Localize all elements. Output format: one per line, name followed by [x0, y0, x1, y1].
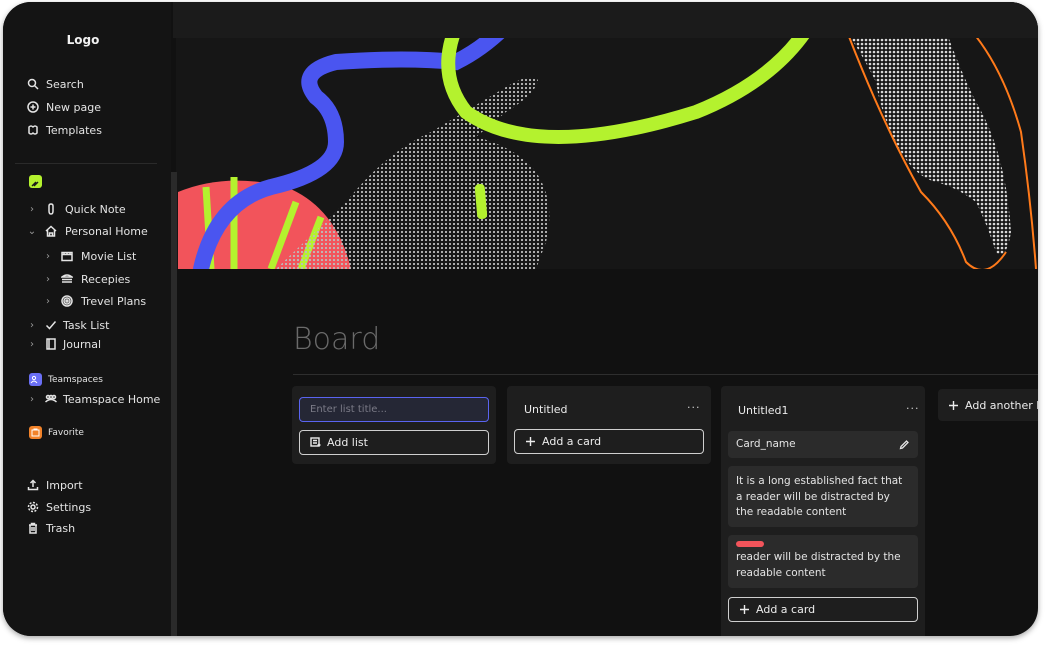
card[interactable]: reader will be distracted by the readabl…: [728, 535, 918, 588]
film-icon: [61, 251, 73, 262]
sidebar-item-label: Trevel Plans: [81, 294, 147, 308]
sidebar-divider: [15, 163, 157, 164]
list-title[interactable]: Untitled: [524, 403, 568, 416]
people-icon: [45, 394, 57, 403]
logo: Logo: [66, 33, 100, 47]
nav-settings[interactable]: Settings: [27, 499, 91, 515]
sidebar-item-label: Personal Home: [65, 224, 148, 238]
check-icon: [45, 321, 57, 330]
pencil-icon[interactable]: [899, 439, 910, 450]
sidebar-item-journal[interactable]: › Journal: [27, 336, 101, 352]
card-label-tag: [736, 541, 764, 547]
cover-banner: [176, 2, 1038, 269]
sidebar-item-quick-note[interactable]: › Quick Note: [27, 201, 126, 217]
teamspaces-label: Teamspaces: [48, 374, 103, 385]
nav-trash[interactable]: Trash: [27, 520, 75, 536]
sidebar-item-label: Task List: [63, 318, 110, 332]
add-another-list-button[interactable]: Add another list: [938, 389, 1038, 421]
add-another-label: Add another list: [965, 398, 1038, 412]
list-title-input[interactable]: Enter list title...: [299, 397, 489, 422]
target-icon: [61, 295, 73, 307]
nav-label: Import: [46, 478, 83, 492]
nav-new-page[interactable]: New page: [27, 99, 101, 115]
search-icon: [27, 78, 39, 90]
chevron-right-icon[interactable]: ›: [27, 394, 37, 405]
chevron-right-icon[interactable]: ›: [43, 274, 53, 285]
teamspaces-section[interactable]: Teamspaces: [29, 373, 103, 386]
chevron-right-icon[interactable]: ›: [43, 296, 53, 307]
app-window: Logo Search New page Templates › Quick N…: [3, 2, 1038, 636]
upload-icon: [27, 479, 39, 491]
card-text: reader will be distracted by the readabl…: [736, 551, 901, 579]
add-list-button[interactable]: Add list: [299, 430, 489, 455]
gear-icon: [27, 501, 39, 513]
title-divider: [293, 374, 1038, 375]
add-list-icon: [310, 437, 321, 447]
card[interactable]: Card_name: [728, 431, 918, 458]
chevron-right-icon[interactable]: ›: [27, 339, 37, 350]
favorite-label: Favorite: [48, 427, 84, 438]
nav-import[interactable]: Import: [27, 477, 83, 493]
sidebar-item-teamspace-home[interactable]: › Teamspace Home: [27, 391, 160, 407]
paperclip-icon: [48, 203, 54, 215]
plus-icon: [740, 605, 749, 614]
nav-label: Settings: [46, 500, 92, 514]
nav-templates[interactable]: Templates: [27, 122, 102, 138]
plus-circle-icon: [27, 101, 39, 113]
stack-icon: [61, 274, 73, 283]
sidebar-scrollbar[interactable]: [171, 172, 177, 636]
new-list-column: Enter list title... Add list: [292, 386, 496, 464]
sidebar-item-label: Journal: [63, 337, 102, 351]
nav-label: New page: [46, 100, 101, 114]
nav-label: Search: [46, 77, 84, 91]
chevron-down-icon[interactable]: ⌄: [27, 226, 37, 237]
card-text: It is a long established fact that a rea…: [736, 475, 903, 518]
nav-search[interactable]: Search: [27, 76, 84, 92]
book-icon: [46, 338, 56, 350]
chevron-right-icon[interactable]: ›: [27, 320, 37, 331]
plus-icon: [526, 437, 535, 446]
list-title[interactable]: Untitled1: [738, 404, 789, 417]
sidebar-item-label: Quick Note: [65, 202, 126, 216]
home-icon: [45, 225, 57, 237]
favorite-icon: [29, 426, 42, 439]
list-column: Untitled1 ··· Card_name It is a long est…: [721, 386, 925, 636]
sidebar-item-label: Teamspace Home: [63, 392, 161, 406]
sidebar-item-task-list[interactable]: › Task List: [27, 317, 109, 333]
sidebar-item-recepies[interactable]: › Recepies: [43, 271, 130, 287]
workspace-badge-icon: [29, 175, 42, 188]
chevron-right-icon[interactable]: ›: [27, 204, 37, 215]
plus-icon: [949, 400, 958, 410]
nav-label: Templates: [46, 123, 102, 137]
favorite-section[interactable]: Favorite: [29, 426, 84, 439]
add-card-button[interactable]: Add a card: [514, 429, 704, 454]
top-bar: [173, 2, 1038, 38]
card-title: Card_name: [736, 438, 796, 450]
sidebar-item-label: Recepies: [81, 272, 131, 286]
nav-label: Trash: [46, 521, 76, 535]
sidebar-item-trevel-plans[interactable]: › Trevel Plans: [43, 293, 146, 309]
trash-icon: [29, 522, 37, 534]
chevron-right-icon[interactable]: ›: [43, 251, 53, 262]
add-card-label: Add a card: [542, 435, 602, 448]
sidebar-item-personal-home[interactable]: ⌄ Personal Home: [27, 223, 148, 239]
templates-icon: [28, 125, 38, 135]
sidebar: Logo Search New page Templates › Quick N…: [3, 2, 171, 636]
list-menu-button[interactable]: ···: [687, 401, 701, 414]
page-title[interactable]: Board: [293, 322, 380, 357]
sidebar-item-label: Movie List: [81, 249, 137, 263]
teamspaces-icon: [29, 373, 42, 386]
sidebar-item-movie-list[interactable]: › Movie List: [43, 248, 136, 264]
card[interactable]: It is a long established fact that a rea…: [728, 466, 918, 527]
add-card-label: Add a card: [756, 603, 816, 616]
add-list-label: Add list: [327, 436, 368, 449]
list-menu-button[interactable]: ···: [906, 402, 920, 415]
add-card-button[interactable]: Add a card: [728, 597, 918, 622]
cover-illustration: [178, 2, 1037, 269]
list-column: Untitled ··· Add a card: [507, 386, 711, 464]
